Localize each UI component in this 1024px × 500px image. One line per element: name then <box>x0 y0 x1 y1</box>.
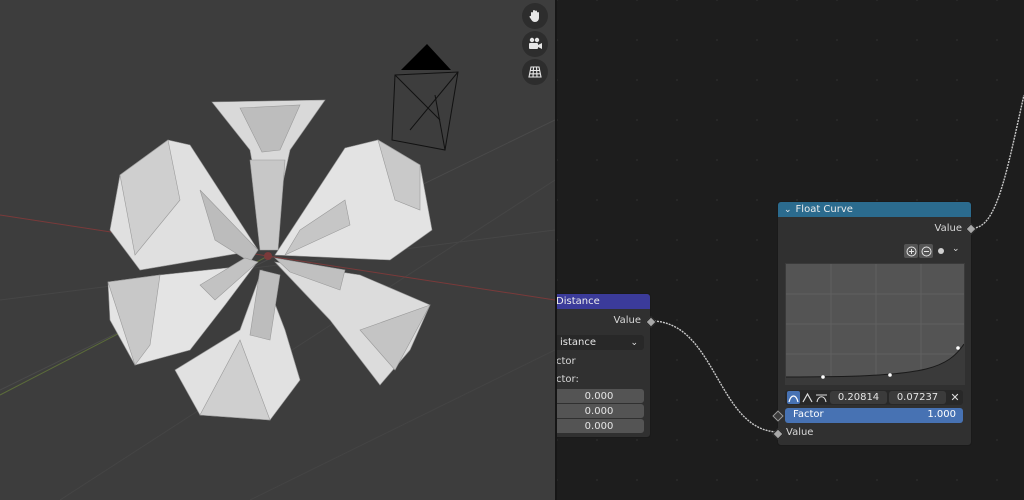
chevron-down-icon[interactable]: ⌄ <box>952 244 960 254</box>
collapse-chevron-icon[interactable]: ⌄ <box>784 205 792 215</box>
distance-node[interactable]: Distance Value istance ⌄ ctor ctor: 0.00… <box>557 293 657 438</box>
delete-point-icon[interactable]: ✕ <box>948 390 962 405</box>
vector-x-field[interactable]: 0.000 <box>557 389 644 403</box>
input-label: ctor: <box>557 374 579 385</box>
output-label: Value <box>613 315 641 326</box>
vector-z-field[interactable]: 0.000 <box>557 419 644 433</box>
input-label: Value <box>786 427 814 438</box>
node-title: Float Curve <box>795 204 853 215</box>
node-header[interactable]: ⌄ Float Curve <box>778 202 971 217</box>
node-title: Distance <box>557 296 600 307</box>
grid-icon[interactable] <box>522 59 548 85</box>
node-header[interactable]: Distance <box>557 294 650 309</box>
camera-icon[interactable] <box>522 31 548 57</box>
factor-label: Factor <box>793 409 824 420</box>
factor-slider[interactable]: Factor 1.000 <box>785 408 963 423</box>
curve-graph[interactable] <box>785 263 965 385</box>
vector-y-field[interactable]: 0.000 <box>557 404 644 418</box>
output-label: Value <box>934 223 962 234</box>
float-curve-node[interactable]: ⌄ Float Curve Value ⌄ 0.20814 0.07237 ✕ … <box>772 201 977 446</box>
input-label: ctor <box>557 356 576 367</box>
chevron-down-icon: ⌄ <box>630 337 638 348</box>
factor-value: 1.000 <box>927 409 956 420</box>
3d-viewport[interactable] <box>0 0 555 500</box>
curve-point-y-field[interactable]: 0.07237 <box>889 391 946 404</box>
auto-handle-icon[interactable] <box>787 391 800 404</box>
hand-pan-icon[interactable] <box>522 3 548 29</box>
curve-point-x-field[interactable]: 0.20814 <box>830 391 887 404</box>
zoom-in-icon[interactable] <box>904 244 918 258</box>
handle-dot-icon[interactable] <box>938 248 944 254</box>
camera-object <box>391 44 459 151</box>
node-editor[interactable]: Distance Value istance ⌄ ctor ctor: 0.00… <box>557 0 1024 500</box>
trumpet-mesh <box>107 99 433 421</box>
zoom-out-icon[interactable] <box>919 244 933 258</box>
viewport-scene <box>0 44 555 500</box>
distance-mode-dropdown[interactable]: istance ⌄ <box>557 335 644 350</box>
dropdown-value: istance <box>560 337 597 348</box>
vector-handle-icon[interactable] <box>801 391 814 404</box>
curve-point-toolbar: 0.20814 0.07237 ✕ <box>785 390 963 405</box>
free-handle-icon[interactable] <box>815 391 828 404</box>
